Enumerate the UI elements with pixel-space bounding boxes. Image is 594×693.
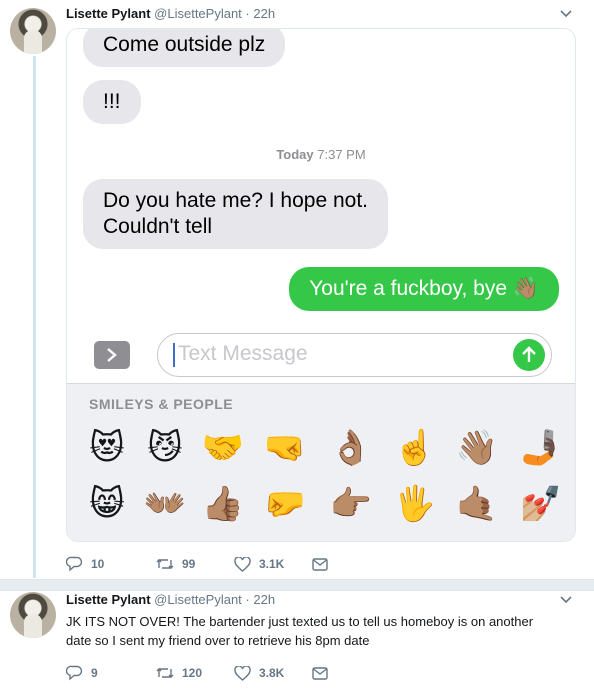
emoji-key[interactable]: 👌🏽 <box>329 426 373 470</box>
emoji-key[interactable]: 🤝 <box>201 426 245 470</box>
retweet-button[interactable]: 120 <box>156 666 234 680</box>
tweet-timestamp[interactable]: · 22h <box>245 6 275 21</box>
direct-message-button[interactable] <box>312 666 328 680</box>
display-name[interactable]: Lisette Pylant <box>66 592 151 607</box>
reply-count: 10 <box>91 557 105 571</box>
envelope-icon <box>312 666 328 680</box>
reply-icon <box>66 556 83 572</box>
chevron-right-icon <box>107 348 117 362</box>
emoji-key[interactable]: 👋🏽 <box>455 426 499 470</box>
thread-connector-line <box>33 56 36 578</box>
like-button[interactable]: 3.1K <box>234 556 312 572</box>
direct-message-button[interactable] <box>312 557 328 571</box>
avatar[interactable] <box>10 592 56 638</box>
apps-expand-button[interactable] <box>94 341 130 369</box>
retweet-button[interactable]: 99 <box>156 557 234 571</box>
message-timestamp: Today 7:37 PM <box>67 147 575 162</box>
tweet-actions: 10 99 3.1K <box>66 556 328 572</box>
message-input-field[interactable] <box>157 333 552 377</box>
message-input[interactable] <box>178 340 478 368</box>
tweet-divider <box>0 579 594 591</box>
tweet-header: Lisette Pylant @LisettePylant · 22h <box>66 6 275 22</box>
text-cursor <box>173 343 175 367</box>
reply-button[interactable]: 9 <box>66 665 156 681</box>
tweet-media-screenshot[interactable]: Come outside plz !!! Today 7:37 PM Do yo… <box>66 28 576 542</box>
retweet-icon <box>156 668 174 678</box>
message-bubble-received: Do you hate me? I hope not. Couldn't tel… <box>83 179 389 249</box>
emoji-key[interactable]: 😸 <box>85 482 129 526</box>
timestamp-day: Today <box>276 147 314 162</box>
emoji-key[interactable]: 😼 <box>143 426 187 470</box>
like-count: 3.8K <box>259 666 285 680</box>
emoji-key[interactable]: 🤙🏽 <box>455 482 499 526</box>
like-count: 3.1K <box>259 557 285 571</box>
reply-button[interactable]: 10 <box>66 556 156 572</box>
like-button[interactable]: 3.8K <box>234 665 312 681</box>
emoji-key[interactable]: 🤛 <box>263 482 307 526</box>
retweet-count: 99 <box>182 557 196 571</box>
chevron-down-icon[interactable] <box>560 596 572 608</box>
display-name[interactable]: Lisette Pylant <box>66 6 151 21</box>
keyboard-section-title: SMILEYS & PEOPLE <box>89 396 234 412</box>
arrow-up-icon <box>522 346 536 362</box>
emoji-key[interactable]: 💅🏼 <box>519 482 563 526</box>
tweet-text-line: date so I sent my friend over to retriev… <box>66 633 370 648</box>
timestamp-time: 7:37 PM <box>317 147 366 162</box>
tweet-text: JK ITS NOT OVER! The bartender just text… <box>66 612 566 650</box>
message-bubble-sent: You're a fuckboy, bye 👋🏽 <box>289 267 559 311</box>
message-line: Couldn't tell <box>103 215 213 238</box>
reply-icon <box>66 665 83 681</box>
message-line: Do you hate me? I hope not. <box>103 189 369 212</box>
emoji-key[interactable]: 👐🏽 <box>143 482 187 526</box>
message-bubble-received: !!! <box>83 80 141 124</box>
user-handle[interactable]: @LisettePylant <box>154 592 242 607</box>
retweet-count: 120 <box>182 666 203 680</box>
emoji-key[interactable]: 😻 <box>85 426 129 470</box>
tweet-text-line: JK ITS NOT OVER! The bartender just text… <box>66 614 534 629</box>
envelope-icon <box>312 557 328 571</box>
heart-icon <box>234 665 251 681</box>
emoji-key[interactable]: 👍🏽 <box>201 482 245 526</box>
emoji-key[interactable]: 👉🏽 <box>329 482 373 526</box>
emoji-keyboard: SMILEYS & PEOPLE 😻 😼 🤝 🤜 👌🏽 ☝️ 👋🏽 🤳🏿 😸 👐… <box>67 383 575 541</box>
message-bubble-received: Come outside plz <box>83 29 286 67</box>
avatar[interactable] <box>10 8 56 54</box>
emoji-key[interactable]: 🖐 <box>393 482 437 526</box>
emoji-key[interactable]: 🤜 <box>263 426 307 470</box>
tweet-header: Lisette Pylant @LisettePylant · 22h <box>66 592 275 608</box>
heart-icon <box>234 556 251 572</box>
tweet-actions: 9 120 3.8K <box>66 665 328 681</box>
tweet-timestamp[interactable]: · 22h <box>245 592 275 607</box>
emoji-key[interactable]: 🤳🏿 <box>519 426 563 470</box>
retweet-icon <box>156 559 174 569</box>
send-button[interactable] <box>513 339 545 371</box>
emoji-key[interactable]: ☝️ <box>393 426 437 470</box>
chevron-down-icon[interactable] <box>560 10 572 22</box>
user-handle[interactable]: @LisettePylant <box>154 6 242 21</box>
reply-count: 9 <box>91 666 98 680</box>
